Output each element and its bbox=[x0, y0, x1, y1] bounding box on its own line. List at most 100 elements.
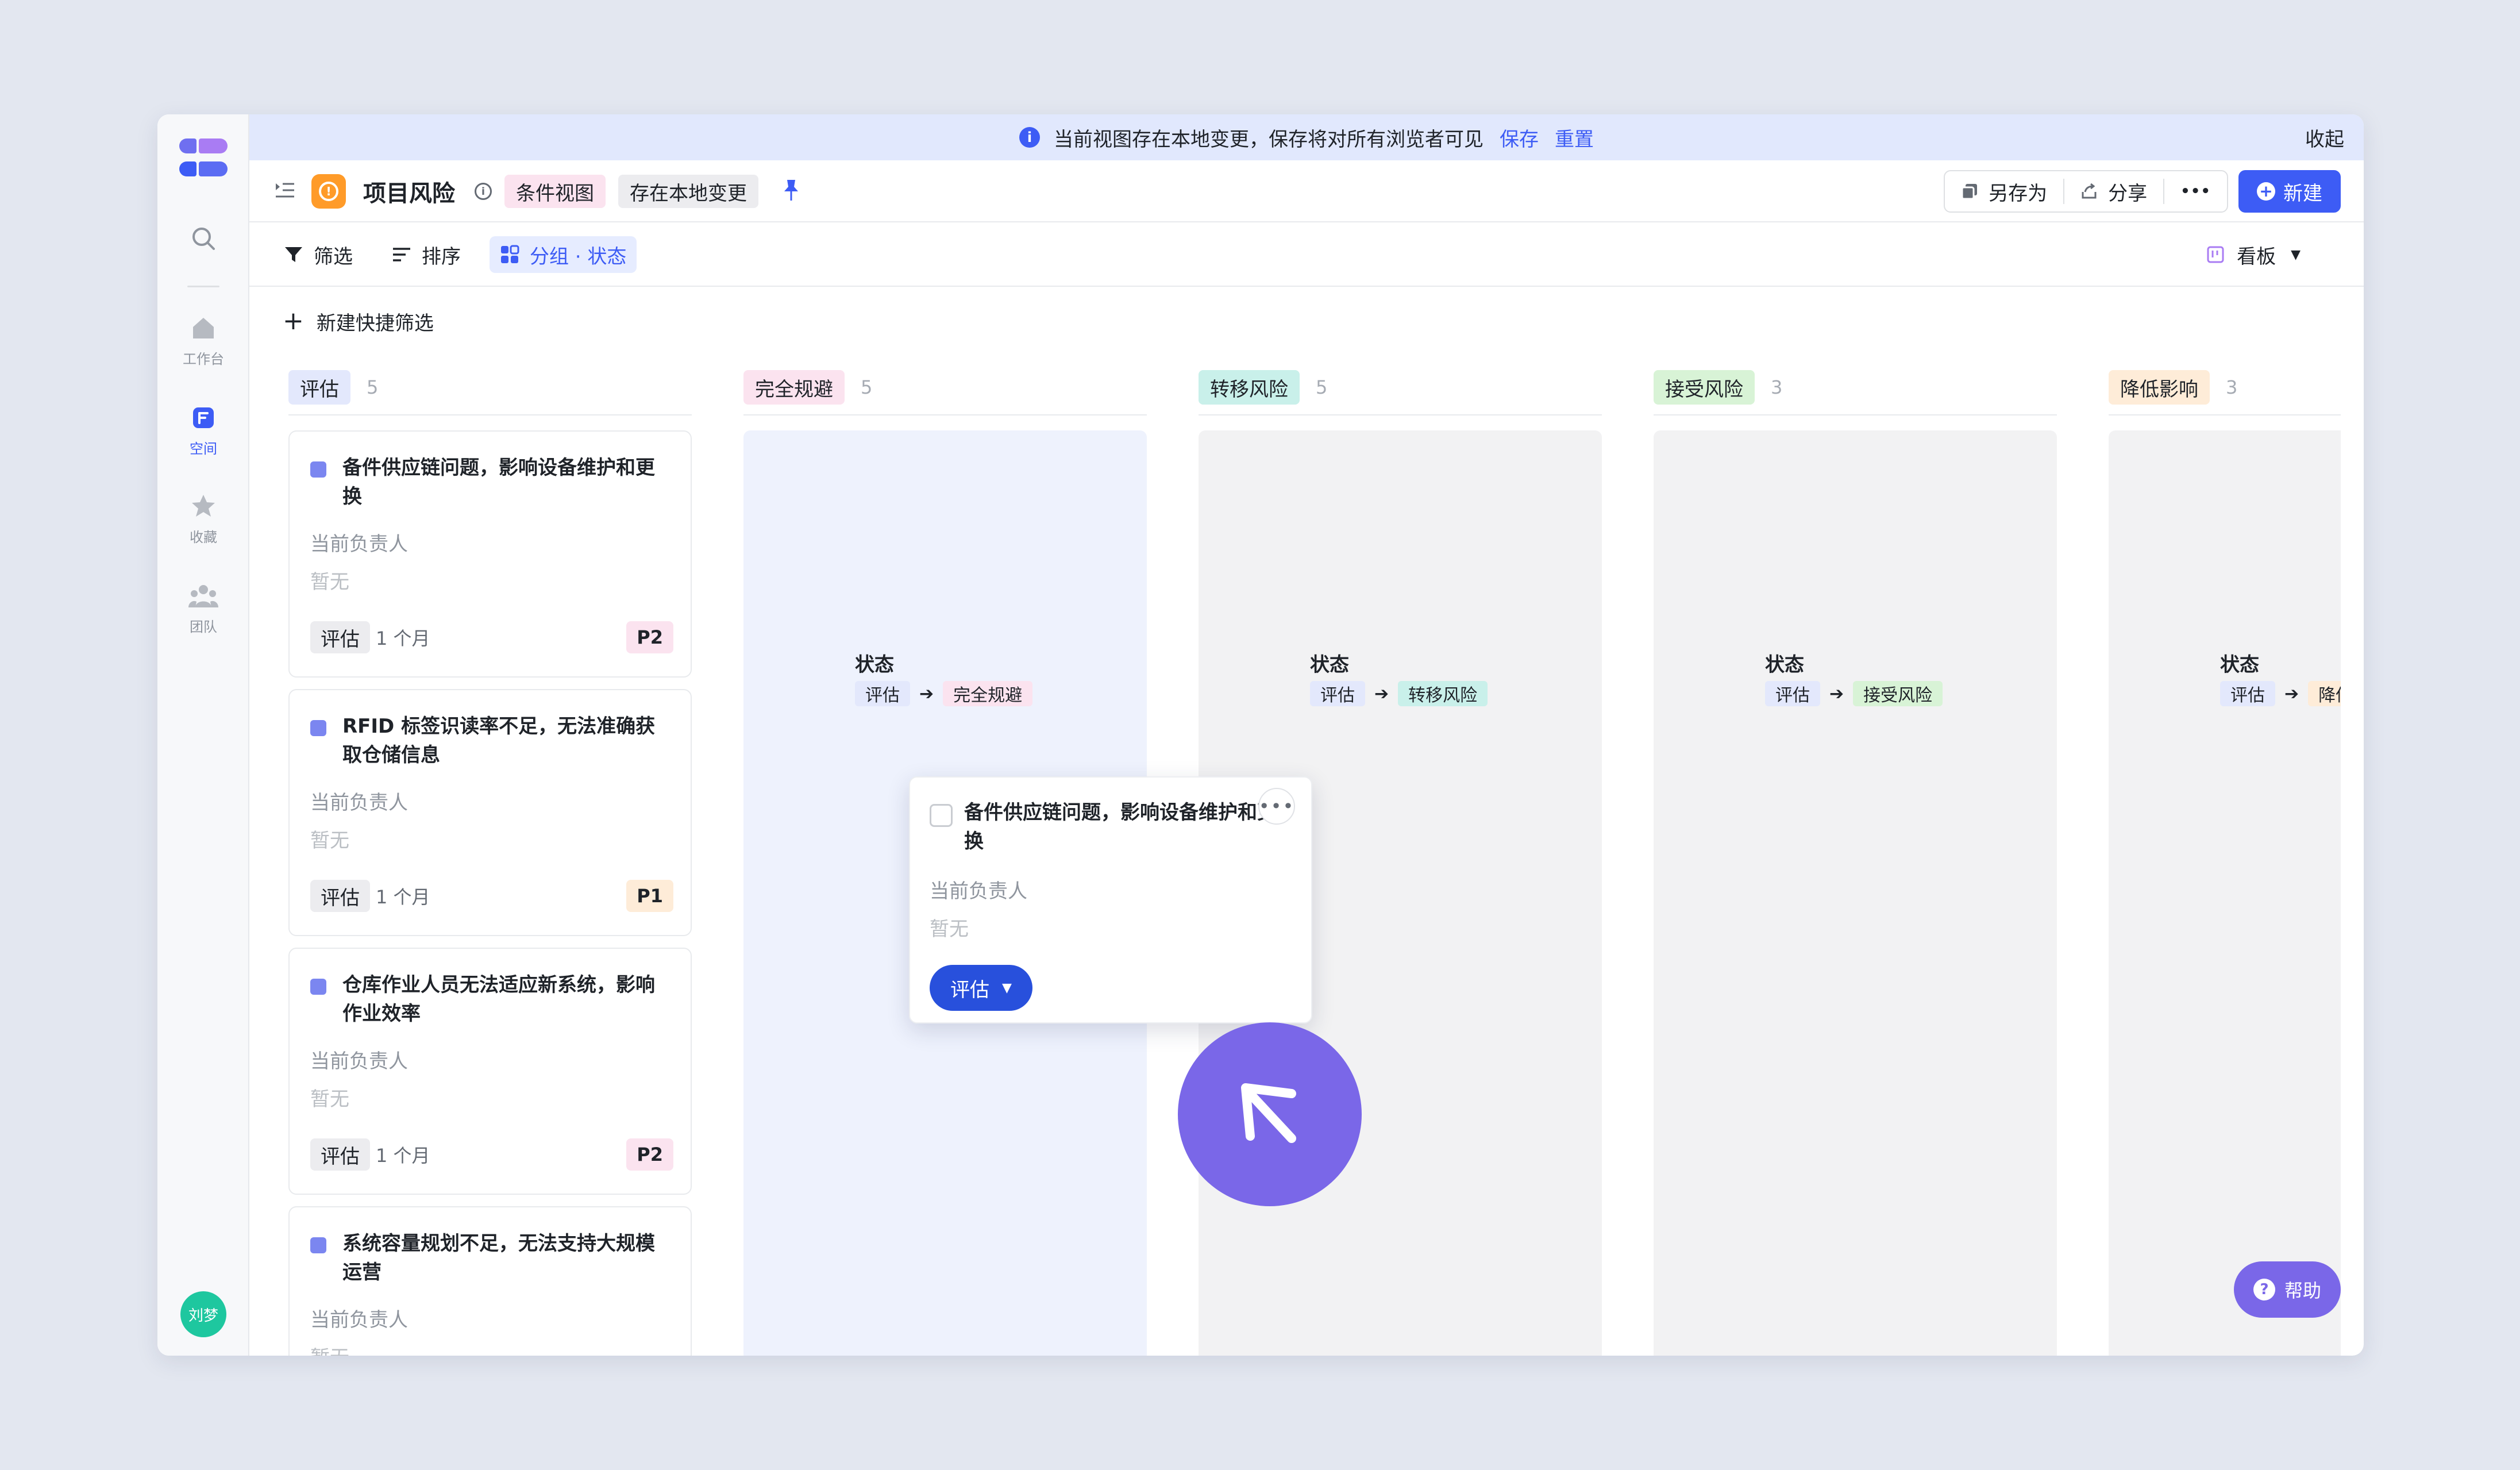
column-count: 5 bbox=[861, 376, 873, 398]
status-dot bbox=[310, 720, 326, 736]
app-window: 工作台 空间 收藏 团队 刘梦 i 当前视图存在本地变更，保存将对所有浏览者可见… bbox=[157, 114, 2364, 1356]
task-card[interactable]: RFID 标签识读率不足，无法准确获取仓储信息 当前负责人 暂无 评估 1 个月 … bbox=[288, 689, 692, 936]
drop-zone[interactable]: 状态 评估 ➔ 接受风险 bbox=[1654, 430, 2057, 1356]
card-title: 仓库作业人员无法适应新系统，影响作业效率 bbox=[342, 973, 655, 1025]
new-quick-filter-button[interactable]: + 新建快捷筛选 bbox=[283, 304, 434, 338]
owner-value: 暂无 bbox=[930, 918, 969, 941]
column-header[interactable]: 降低影响 3 bbox=[2109, 360, 2341, 415]
column-count: 5 bbox=[367, 376, 379, 398]
drop-zone-label: 状态 bbox=[855, 653, 894, 676]
search-icon bbox=[187, 222, 219, 255]
column-header[interactable]: 接受风险 3 bbox=[1654, 360, 2057, 415]
share-button[interactable]: 分享 bbox=[2064, 171, 2163, 211]
rail-item-label: 团队 bbox=[190, 619, 217, 635]
sort-button[interactable]: 排序 bbox=[382, 236, 471, 273]
card-title: 备件供应链问题，影响设备维护和更换 bbox=[342, 456, 655, 508]
more-icon[interactable]: ••• bbox=[1258, 788, 1295, 825]
kanban-icon bbox=[2207, 246, 2224, 263]
column-header[interactable]: 转移风险 5 bbox=[1199, 360, 1602, 415]
task-card[interactable]: 备件供应链问题，影响设备维护和更换 当前负责人 暂无 评估 1 个月 P2 bbox=[288, 430, 692, 678]
due-text: 1 个月 bbox=[376, 628, 430, 649]
column-tag: 评估 bbox=[288, 370, 350, 405]
status-badge: 评估 bbox=[310, 621, 370, 653]
more-button[interactable]: ••• bbox=[2164, 171, 2227, 211]
pin-icon[interactable] bbox=[783, 179, 800, 204]
condition-view-chip[interactable]: 条件视图 bbox=[504, 175, 606, 208]
project-risk-icon: ! bbox=[311, 174, 346, 209]
card-title: RFID 标签识读率不足，无法准确获取仓储信息 bbox=[342, 715, 656, 767]
drop-zone-label: 状态 bbox=[2220, 653, 2259, 676]
card-checkbox[interactable] bbox=[930, 804, 953, 827]
to-status: 转移风险 bbox=[1398, 681, 1488, 706]
arrow-right-icon: ➔ bbox=[2284, 683, 2299, 704]
priority-badge: P2 bbox=[626, 621, 673, 653]
column-tag: 转移风险 bbox=[1199, 370, 1300, 405]
sidebar-toggle-icon[interactable] bbox=[275, 182, 295, 201]
space-icon bbox=[187, 402, 219, 434]
filter-button[interactable]: 筛选 bbox=[273, 236, 363, 273]
search-button[interactable] bbox=[157, 222, 249, 255]
column-header[interactable]: 评估 5 bbox=[288, 360, 692, 415]
column-header[interactable]: 完全规避 5 bbox=[743, 360, 1147, 415]
app-logo[interactable] bbox=[179, 138, 228, 179]
more-icon: ••• bbox=[2180, 183, 2211, 200]
from-status: 评估 bbox=[2220, 681, 2275, 706]
view-actions-group: 另存为 分享 ••• bbox=[1944, 170, 2228, 213]
rail-item-space[interactable]: 空间 bbox=[157, 402, 249, 457]
status-dot bbox=[310, 461, 326, 478]
rail-item-team[interactable]: 团队 bbox=[157, 580, 249, 636]
to-status: 接受风险 bbox=[1853, 681, 1943, 706]
chevron-down-icon: ▼ bbox=[2291, 247, 2301, 262]
card-title: 备件供应链问题，影响设备维护和更换 bbox=[964, 801, 1277, 853]
info-icon[interactable]: i bbox=[475, 183, 492, 200]
save-link[interactable]: 保存 bbox=[1500, 124, 1539, 152]
owner-label: 当前负责人 bbox=[310, 791, 408, 814]
status-dot bbox=[310, 979, 326, 995]
home-icon bbox=[187, 312, 219, 344]
drag-cursor-indicator bbox=[1178, 1022, 1362, 1206]
team-icon bbox=[187, 580, 219, 612]
owner-value: 暂无 bbox=[310, 829, 349, 852]
avatar[interactable]: 刘梦 bbox=[180, 1291, 226, 1337]
column-count: 3 bbox=[1771, 376, 1783, 398]
drop-zone-label: 状态 bbox=[1310, 653, 1349, 676]
left-rail: 工作台 空间 收藏 团队 刘梦 bbox=[157, 114, 249, 1356]
collapse-button[interactable]: 收起 bbox=[2305, 114, 2344, 160]
arrow-right-icon: ➔ bbox=[1374, 683, 1389, 704]
arrow-up-left-icon bbox=[1241, 1083, 1296, 1143]
column-count: 3 bbox=[2226, 376, 2238, 398]
sort-icon bbox=[393, 248, 410, 261]
new-button[interactable]: + 新建 bbox=[2238, 170, 2341, 213]
star-icon bbox=[187, 490, 219, 522]
page-title: 项目风险 bbox=[363, 180, 455, 207]
owner-value: 暂无 bbox=[310, 571, 349, 594]
help-button[interactable]: ? 帮助 bbox=[2234, 1261, 2341, 1318]
priority-badge: P2 bbox=[626, 1138, 673, 1171]
save-as-button[interactable]: 另存为 bbox=[1945, 171, 2063, 211]
card-title: 系统容量规划不足，无法支持大规模运营 bbox=[342, 1232, 655, 1284]
rail-divider bbox=[187, 286, 219, 287]
dragging-card[interactable]: 备件供应链问题，影响设备维护和更换 ••• 当前负责人 暂无 评估 ▼ bbox=[909, 776, 1312, 1023]
task-card[interactable]: 系统容量规划不足，无法支持大规模运营 当前负责人 暂无 bbox=[288, 1206, 692, 1356]
owner-value: 暂无 bbox=[310, 1088, 349, 1111]
priority-badge: P1 bbox=[626, 880, 673, 912]
plus-icon: + bbox=[2257, 182, 2275, 201]
rail-item-label: 空间 bbox=[190, 441, 217, 457]
rail-item-favorites[interactable]: 收藏 bbox=[157, 490, 249, 546]
drop-zone[interactable]: 状态 评估 ➔ 降低影响 bbox=[2109, 430, 2341, 1356]
view-switcher[interactable]: 看板 ▼ bbox=[2207, 236, 2301, 273]
arrow-right-icon: ➔ bbox=[1829, 683, 1844, 704]
rail-item-workbench[interactable]: 工作台 bbox=[157, 312, 249, 368]
task-card[interactable]: 仓库作业人员无法适应新系统，影响作业效率 当前负责人 暂无 评估 1 个月 P2 bbox=[288, 948, 692, 1195]
group-button[interactable]: 分组 · 状态 bbox=[490, 236, 637, 273]
share-icon bbox=[2082, 183, 2097, 199]
status-select[interactable]: 评估 ▼ bbox=[930, 965, 1032, 1011]
owner-label: 当前负责人 bbox=[310, 533, 408, 556]
rail-item-label: 工作台 bbox=[183, 351, 224, 367]
local-changes-chip[interactable]: 存在本地变更 bbox=[618, 175, 758, 208]
column-tag: 接受风险 bbox=[1654, 370, 1755, 405]
due-text: 1 个月 bbox=[376, 886, 430, 908]
reset-link[interactable]: 重置 bbox=[1555, 124, 1594, 152]
title-bar: ! 项目风险 i 条件视图 存在本地变更 另存为 分享 ••• + 新建 bbox=[249, 160, 2364, 222]
view-toolbar: 筛选 排序 分组 · 状态 看板 ▼ bbox=[249, 222, 2364, 287]
